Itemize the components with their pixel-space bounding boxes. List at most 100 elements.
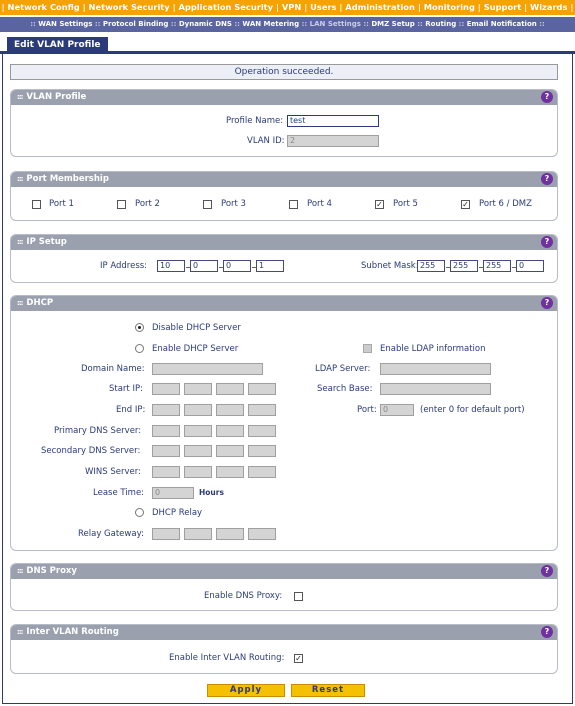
subnav-dynamic-dns[interactable]: Dynamic DNS xyxy=(179,20,232,28)
enable-ldap-checkbox[interactable] xyxy=(363,344,372,353)
lease-time-input[interactable]: 0 xyxy=(152,487,194,499)
enable-ldap-label: Enable LDAP information xyxy=(380,344,486,354)
wins-octet-4[interactable] xyxy=(248,466,276,478)
section-title: Port Membership xyxy=(26,174,109,184)
mask-octet-2[interactable]: 255 xyxy=(450,260,478,272)
nav-application-security[interactable]: Application Security xyxy=(179,2,274,12)
enable-dhcp-label: Enable DHCP Server xyxy=(152,344,239,354)
relay-gateway-octet-1[interactable] xyxy=(152,528,180,540)
primary-dns-octet-1[interactable] xyxy=(152,425,180,437)
profile-name-input[interactable]: test xyxy=(287,115,379,127)
help-icon[interactable]: ? xyxy=(541,626,553,638)
nav-users[interactable]: Users xyxy=(310,2,336,12)
subnav-dmz-setup[interactable]: DMZ Setup xyxy=(371,20,414,28)
help-icon[interactable]: ? xyxy=(541,297,553,309)
secondary-dns-octet-3[interactable] xyxy=(216,445,244,457)
subnav-wan-settings[interactable]: WAN Settings xyxy=(38,20,92,28)
dns-proxy-checkbox[interactable] xyxy=(294,592,303,601)
tab-edit-vlan-profile[interactable]: Edit VLAN Profile xyxy=(7,37,108,54)
start-ip-octet-4[interactable] xyxy=(248,383,276,395)
end-ip-octet-1[interactable] xyxy=(152,404,180,416)
end-ip-octet-2[interactable] xyxy=(184,404,212,416)
primary-dns-octet-2[interactable] xyxy=(184,425,212,437)
domain-name-input[interactable] xyxy=(152,363,263,375)
port-2-label: Port 2 xyxy=(135,199,160,209)
nav-monitoring[interactable]: Monitoring xyxy=(424,2,475,12)
port-4-label: Port 4 xyxy=(307,199,332,209)
relay-gateway-octet-2[interactable] xyxy=(184,528,212,540)
help-icon[interactable]: ? xyxy=(541,236,553,248)
lease-time-label: Lease Time: xyxy=(93,488,145,498)
secondary-dns-octet-4[interactable] xyxy=(248,445,276,457)
section-header: ::: IP Setup ? xyxy=(11,235,557,250)
help-icon[interactable]: ? xyxy=(541,173,553,185)
section-header: ::: DNS Proxy ? xyxy=(11,564,557,579)
start-ip-octet-3[interactable] xyxy=(216,383,244,395)
end-ip-label: End IP: xyxy=(116,405,146,415)
nav-network-security[interactable]: Network Security xyxy=(89,2,170,12)
subnav-email-notification[interactable]: Email Notification xyxy=(467,20,537,28)
subnav-protocol-binding[interactable]: Protocol Binding xyxy=(103,20,168,28)
end-ip-octet-3[interactable] xyxy=(216,404,244,416)
relay-gateway-label: Relay Gateway: xyxy=(78,529,144,539)
port-2-checkbox[interactable] xyxy=(117,200,126,209)
help-icon[interactable]: ? xyxy=(541,91,553,103)
ip-octet-1[interactable]: 10 xyxy=(157,260,185,272)
nav-network-config[interactable]: Network Config xyxy=(8,2,80,12)
section-title: IP Setup xyxy=(26,237,67,247)
nav-wizards[interactable]: Wizards xyxy=(530,2,567,12)
secondary-dns-octet-2[interactable] xyxy=(184,445,212,457)
dhcp-relay-radio[interactable] xyxy=(135,508,144,517)
ldap-server-label: LDAP Server: xyxy=(315,364,371,374)
inter-vlan-section: ::: Inter VLAN Routing ? Enable Inter VLA… xyxy=(10,624,558,674)
mask-octet-1[interactable]: 255 xyxy=(417,260,445,272)
wins-octet-3[interactable] xyxy=(216,466,244,478)
tab-bar: Edit VLAN Profile xyxy=(0,33,575,54)
section-header: ::: Port Membership ? xyxy=(11,172,557,187)
wins-octet-1[interactable] xyxy=(152,466,180,478)
vlan-profile-section: ::: VLAN Profile ? Profile Name: test VLA… xyxy=(10,89,558,157)
wins-octet-2[interactable] xyxy=(184,466,212,478)
search-base-input[interactable] xyxy=(380,383,491,395)
reset-button[interactable]: Reset xyxy=(291,684,365,697)
help-icon[interactable]: ? xyxy=(541,565,553,577)
dhcp-section: ::: DHCP ? Disable DHCP Server Enable DHC… xyxy=(10,295,558,551)
mask-octet-3[interactable]: 255 xyxy=(483,260,511,272)
apply-button[interactable]: Apply xyxy=(207,684,285,697)
port-1-checkbox[interactable] xyxy=(32,200,41,209)
secondary-dns-octet-1[interactable] xyxy=(152,445,180,457)
port-6-checkbox[interactable]: ✓ xyxy=(461,200,470,209)
top-nav: | Network Config | Network Security | Ap… xyxy=(0,0,575,15)
nav-support[interactable]: Support xyxy=(484,2,522,12)
nav-vpn[interactable]: VPN xyxy=(282,2,301,12)
relay-gateway-octet-3[interactable] xyxy=(216,528,244,540)
start-ip-octet-1[interactable] xyxy=(152,383,180,395)
port-4-checkbox[interactable] xyxy=(289,200,298,209)
enable-dhcp-radio[interactable] xyxy=(135,344,144,353)
vlan-id-input[interactable]: 2 xyxy=(287,135,379,147)
ldap-server-input[interactable] xyxy=(380,363,491,375)
primary-dns-octet-4[interactable] xyxy=(248,425,276,437)
port-3-checkbox[interactable] xyxy=(203,200,212,209)
subnav-wan-metering[interactable]: WAN Metering xyxy=(242,20,299,28)
primary-dns-octet-3[interactable] xyxy=(216,425,244,437)
inter-vlan-checkbox[interactable]: ✓ xyxy=(294,654,303,663)
ip-octet-3[interactable]: 0 xyxy=(223,260,251,272)
mask-octet-4[interactable]: 0 xyxy=(516,260,544,272)
subnav-lan-settings[interactable]: LAN Settings xyxy=(310,20,361,28)
start-ip-octet-2[interactable] xyxy=(184,383,212,395)
search-base-label: Search Base: xyxy=(317,384,373,394)
ldap-port-input[interactable]: 0 xyxy=(380,404,414,416)
relay-gateway-octet-4[interactable] xyxy=(248,528,276,540)
nav-administration[interactable]: Administration xyxy=(345,2,415,12)
grip-icon: ::: xyxy=(17,238,23,246)
start-ip-label: Start IP: xyxy=(109,384,143,394)
disable-dhcp-radio[interactable] xyxy=(135,323,144,332)
end-ip-octet-4[interactable] xyxy=(248,404,276,416)
subnav-routing[interactable]: Routing xyxy=(425,20,456,28)
port-5-checkbox[interactable]: ✓ xyxy=(375,200,384,209)
section-title: DHCP xyxy=(26,298,54,308)
ip-octet-2[interactable]: 0 xyxy=(190,260,218,272)
wins-server-label: WINS Server: xyxy=(85,467,141,477)
ip-octet-4[interactable]: 1 xyxy=(256,260,284,272)
